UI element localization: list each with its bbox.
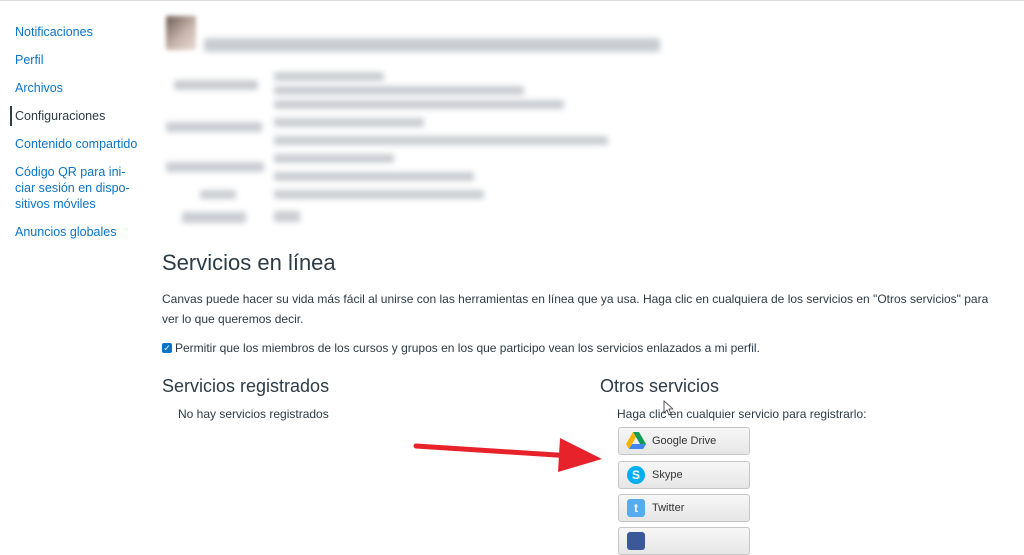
no-registered-services-text: No hay servicios registrados — [178, 407, 329, 421]
redacted-value — [274, 72, 384, 81]
skype-icon: S — [626, 465, 646, 485]
redacted-value — [274, 172, 474, 181]
twitter-icon: t — [626, 498, 646, 518]
redacted-title — [204, 38, 660, 52]
other-services-heading: Otros servicios — [600, 376, 720, 396]
redacted-value — [274, 190, 484, 199]
settings-sidebar: Notificaciones Perfil Archivos Configura… — [10, 22, 140, 250]
online-services-heading: Servicios en línea — [162, 250, 336, 275]
redacted-value — [274, 136, 608, 145]
redacted-label — [182, 212, 246, 223]
redacted-value — [274, 211, 300, 222]
google-drive-button[interactable]: Google Drive — [618, 427, 750, 455]
redacted-profile-info — [160, 14, 680, 234]
redacted-value — [274, 118, 424, 127]
permission-checkbox[interactable]: ✓ — [162, 343, 172, 353]
nav-perfil[interactable]: Perfil — [10, 50, 140, 70]
nav-notificaciones[interactable]: Notificaciones — [10, 22, 140, 42]
skype-button[interactable]: S Skype — [618, 461, 750, 489]
nav-anuncios-globales[interactable]: Anuncios globales — [10, 222, 140, 242]
avatar — [166, 16, 196, 50]
facebook-button[interactable] — [618, 527, 750, 555]
nav-archivos[interactable]: Archivos — [10, 78, 140, 98]
skype-label: Skype — [652, 469, 683, 481]
redacted-value — [274, 86, 524, 95]
mouse-cursor-icon — [663, 400, 673, 416]
register-hint: Haga clic en cualquier servicio para reg… — [617, 407, 867, 421]
twitter-button[interactable]: t Twitter — [618, 494, 750, 522]
profile-services-permission[interactable]: ✓ Permitir que los miembros de los curso… — [162, 341, 760, 355]
redacted-label — [174, 80, 258, 90]
redacted-label — [166, 122, 262, 132]
redacted-value — [274, 100, 564, 109]
online-services-description: Canvas puede hacer su vida más fácil al … — [162, 292, 989, 326]
redacted-label — [166, 162, 264, 172]
nav-contenido-compartido[interactable]: Contenido compartido — [10, 134, 140, 154]
facebook-icon — [626, 531, 646, 551]
top-border — [0, 0, 1024, 1]
nav-configuraciones[interactable]: Configuraciones — [10, 106, 140, 126]
google-drive-icon — [626, 431, 646, 451]
twitter-label: Twitter — [652, 502, 685, 514]
google-drive-label: Google Drive — [652, 435, 717, 447]
registered-services-heading: Servicios registrados — [162, 376, 330, 396]
redacted-label — [200, 190, 236, 199]
redacted-value — [274, 154, 394, 163]
nav-codigo-qr[interactable]: Código QR para ini-ciar sesión en dispo-… — [10, 162, 140, 214]
permission-label: Permitir que los miembros de los cursos … — [175, 341, 760, 355]
